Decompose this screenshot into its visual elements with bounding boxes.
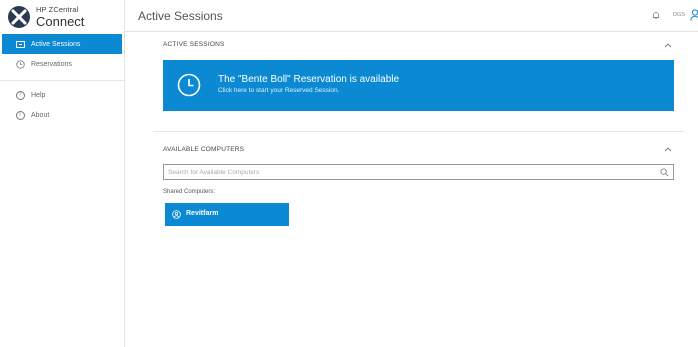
sidebar-divider	[0, 80, 124, 81]
sidebar-nav: Active Sessions Reservations ? Help i Ab…	[0, 34, 124, 125]
help-icon: ?	[15, 90, 25, 100]
available-computers-heading: AVAILABLE COMPUTERS	[163, 146, 245, 153]
sidebar-item-help[interactable]: ? Help	[0, 85, 124, 105]
clock-icon	[15, 59, 25, 69]
computer-search-input[interactable]	[164, 165, 644, 179]
banner-subtitle: Click here to start your Reserved Sessio…	[218, 87, 340, 94]
sidebar-item-label: Reservations	[31, 60, 72, 68]
computer-icon	[172, 210, 181, 219]
shared-computers-label: Shared Computers:	[163, 189, 216, 195]
session-icon	[15, 39, 25, 49]
sidebar-item-active-sessions[interactable]: Active Sessions	[2, 34, 122, 54]
sidebar: HP ZCentral Connect Active Sessions Rese…	[0, 0, 125, 347]
sidebar-item-label: About	[31, 111, 50, 119]
section-divider	[153, 131, 684, 132]
page-title: Active Sessions	[138, 9, 223, 23]
top-header: Active Sessions DGS	[125, 0, 698, 32]
user-icon[interactable]	[690, 9, 698, 21]
clock-icon	[177, 73, 201, 97]
user-initials[interactable]: DGS	[673, 12, 685, 18]
sidebar-item-about[interactable]: i About	[0, 105, 124, 125]
reservation-available-banner[interactable]: The "Bente Boll" Reservation is availabl…	[163, 60, 674, 111]
bell-icon[interactable]	[652, 11, 660, 20]
sidebar-item-label: Help	[31, 91, 46, 99]
computer-tile-revitfarm[interactable]: Revitfarm	[165, 203, 289, 226]
logo-product-text: Connect	[36, 13, 85, 29]
computer-search-box	[163, 164, 674, 180]
computer-tile-label: Revitfarm	[186, 210, 219, 217]
app-logo[interactable]: HP ZCentral Connect	[8, 4, 84, 30]
hp-logo-icon	[8, 6, 30, 28]
search-icon[interactable]	[660, 168, 669, 177]
logo-brand-text: HP ZCentral	[36, 5, 79, 15]
collapse-active-sessions-chevron-up-icon[interactable]	[664, 42, 672, 48]
info-icon: i	[15, 110, 25, 120]
sidebar-item-reservations[interactable]: Reservations	[0, 54, 124, 74]
sidebar-item-label: Active Sessions	[31, 40, 81, 48]
collapse-available-computers-chevron-up-icon[interactable]	[664, 146, 672, 152]
active-sessions-heading: ACTIVE SESSIONS	[163, 41, 225, 48]
banner-title: The "Bente Boll" Reservation is availabl…	[218, 74, 400, 85]
